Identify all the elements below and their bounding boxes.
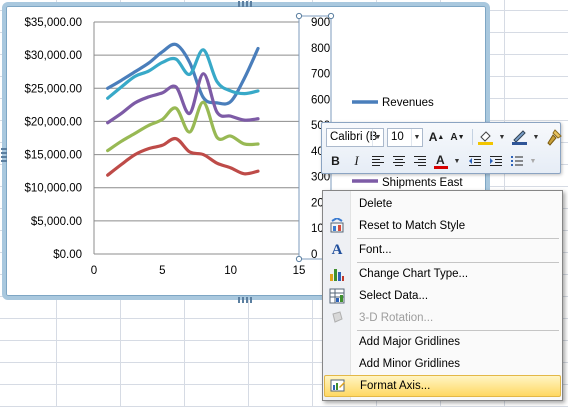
menu-item-label: Select Data... — [359, 290, 429, 302]
y-axis-tick-label: $15,000.00 — [24, 150, 82, 162]
font-size-value: 10 — [391, 131, 404, 143]
menu-item-add-major-gridlines[interactable]: Add Major Gridlines — [324, 331, 561, 353]
format-axis-icon — [325, 375, 351, 397]
chevron-down-icon[interactable]: ▼ — [528, 152, 538, 171]
y-axis-tick-label: $5,000.00 — [31, 216, 82, 228]
y-axis-tick-label: $25,000.00 — [24, 83, 82, 95]
secondary-axis-tick-label: 600 — [311, 94, 330, 106]
y-axis-tick-label: $30,000.00 — [24, 50, 82, 62]
menu-item-select-data[interactable]: Select Data... — [324, 285, 561, 307]
x-axis-tick-label: 5 — [159, 265, 165, 277]
grow-font-icon[interactable]: A ▲ — [427, 128, 446, 147]
bold-icon[interactable]: B — [326, 152, 345, 171]
reset-style-icon — [324, 215, 350, 237]
select-data-icon — [324, 285, 350, 307]
align-left-icon[interactable] — [368, 152, 387, 171]
menu-item-label: Font... — [359, 244, 392, 256]
chevron-down-icon[interactable]: ▼ — [411, 128, 422, 146]
selection-handle — [327, 12, 335, 20]
font-icon: A — [331, 241, 343, 258]
x-axis-tick-label: 10 — [224, 265, 237, 277]
rotation-icon — [324, 307, 350, 329]
center-icon[interactable] — [389, 152, 408, 171]
menu-item-label: Format Axis... — [360, 380, 431, 392]
chevron-down-icon[interactable]: ▼ — [497, 128, 507, 147]
series-line-5 — [106, 136, 260, 177]
selection-handle — [295, 12, 303, 20]
chevron-down-icon[interactable]: ▼ — [372, 128, 383, 146]
decrease-indent-icon[interactable] — [465, 152, 484, 171]
font-name-combo[interactable]: Calibri (B ▼ — [326, 127, 384, 147]
increase-indent-icon[interactable] — [486, 152, 505, 171]
menu-item-label: Delete — [359, 198, 393, 210]
font-name-value: Calibri (B — [330, 131, 378, 143]
series-line-1 — [106, 42, 260, 106]
secondary-axis-tick-label: 900 — [311, 17, 330, 29]
context-menu: Delete Reset to Match Style A Font... Ch… — [322, 190, 563, 401]
chevron-down-icon[interactable]: ▼ — [531, 128, 541, 147]
font-color-icon[interactable]: A — [431, 152, 450, 171]
menu-item-format-axis[interactable]: Format Axis... — [324, 375, 561, 397]
shrink-font-icon[interactable]: A ▼ — [448, 128, 467, 147]
menu-item-font[interactable]: A Font... — [324, 239, 561, 261]
menu-item-label: Add Major Gridlines — [359, 336, 460, 348]
menu-item-delete[interactable]: Delete — [324, 193, 561, 215]
y-axis-tick-label: $35,000.00 — [24, 17, 82, 29]
y-axis-tick-label: $10,000.00 — [24, 183, 82, 195]
bullets-icon[interactable] — [507, 152, 526, 171]
font-size-combo[interactable]: 10 ▼ — [387, 127, 423, 147]
legend-label-shipments-east: Shipments East — [382, 177, 463, 189]
menu-item-3d-rotation: 3-D Rotation... — [324, 307, 561, 329]
secondary-axis-tick-label: 800 — [311, 43, 330, 55]
chevron-down-icon[interactable]: ▼ — [452, 152, 462, 171]
menu-item-add-minor-gridlines[interactable]: Add Minor Gridlines — [324, 353, 561, 375]
y-axis-tick-label: $20,000.00 — [24, 116, 82, 128]
selection-handle — [295, 255, 303, 263]
menu-item-change-chart-type[interactable]: Change Chart Type... — [324, 263, 561, 285]
align-right-icon[interactable] — [410, 152, 429, 171]
fill-color-icon[interactable] — [476, 128, 495, 147]
svg-text:A: A — [436, 153, 445, 167]
italic-icon[interactable]: I — [347, 152, 366, 171]
line-color-icon[interactable] — [510, 128, 529, 147]
menu-item-label: Change Chart Type... — [359, 268, 469, 280]
menu-item-label: Add Minor Gridlines — [359, 358, 460, 370]
mini-toolbar: Calibri (B ▼ 10 ▼ A ▲ A ▼ ▼ ▼ B I A ▼ ▼ — [321, 122, 563, 174]
x-axis-tick-label: 0 — [91, 265, 97, 277]
chart-type-icon — [324, 263, 350, 285]
y-axis-tick-label: $0.00 — [53, 249, 82, 261]
secondary-axis-tick-label: 700 — [311, 69, 330, 81]
legend-label-revenues: Revenues — [382, 97, 434, 109]
format-painter-icon[interactable] — [544, 128, 563, 147]
x-axis-tick-label: 15 — [293, 265, 306, 277]
menu-item-reset-to-match-style[interactable]: Reset to Match Style — [324, 215, 561, 237]
menu-item-label: 3-D Rotation... — [359, 312, 434, 324]
menu-item-label: Reset to Match Style — [359, 220, 466, 232]
